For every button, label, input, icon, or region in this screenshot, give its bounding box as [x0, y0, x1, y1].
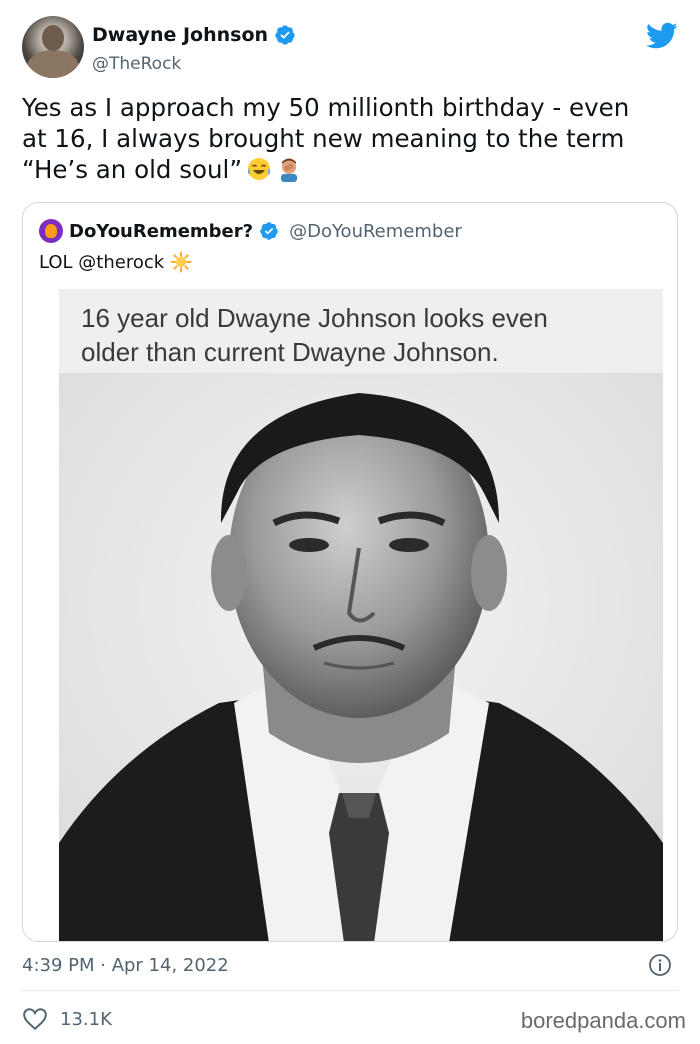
- tweet-text-segment: “He’s an old soul”: [22, 155, 243, 184]
- portrait-image: [59, 373, 663, 941]
- tweet-text-line: at 16, I always brought new meaning to t…: [22, 124, 625, 153]
- man-facepalming-icon: [281, 158, 298, 182]
- photo-caption-line: older than current Dwayne Johnson.: [81, 337, 499, 367]
- quoted-author-handle[interactable]: @DoYouRemember: [289, 221, 462, 242]
- heart-icon[interactable]: [22, 1007, 48, 1031]
- author-handle[interactable]: @TheRock: [92, 54, 181, 74]
- tweet-text-line: “He’s an old soul”: [22, 154, 682, 185]
- photo-caption-line: 16 year old Dwayne Johnson looks even: [81, 303, 548, 333]
- quoted-photo[interactable]: 16 year old Dwayne Johnson looks even ol…: [59, 289, 663, 941]
- tweet-header: Dwayne Johnson @TheRock: [22, 12, 682, 82]
- info-icon[interactable]: [648, 953, 672, 977]
- author-name-row: Dwayne Johnson: [92, 24, 296, 46]
- avatar[interactable]: [22, 16, 84, 78]
- quoted-header: DoYouRemember? @DoYouRemember: [39, 219, 462, 243]
- face-with-tears-of-joy-icon: [248, 158, 271, 180]
- verified-badge-icon: [260, 222, 278, 240]
- tweet-actions: 13.1K: [22, 1004, 112, 1034]
- tweet-text: Yes as I approach my 50 millionth birthd…: [22, 92, 682, 185]
- quoted-text-content: LOL @therock: [39, 251, 165, 273]
- verified-badge-icon: [275, 25, 295, 45]
- photo-caption: 16 year old Dwayne Johnson looks even ol…: [81, 301, 661, 369]
- author-name[interactable]: Dwayne Johnson: [92, 24, 268, 46]
- watermark: boredpanda.com: [520, 1008, 686, 1033]
- sun-icon: [170, 251, 192, 273]
- twitter-bird-icon[interactable]: [646, 22, 678, 50]
- tweet-text-line: Yes as I approach my 50 millionth birthd…: [22, 93, 630, 122]
- divider: [22, 990, 678, 991]
- tweet-timestamp[interactable]: 4:39 PM · Apr 14, 2022: [22, 955, 229, 976]
- tweet-meta: 4:39 PM · Apr 14, 2022: [22, 953, 678, 983]
- quoted-avatar[interactable]: [39, 219, 63, 243]
- quoted-author-name[interactable]: DoYouRemember?: [69, 221, 253, 242]
- like-count[interactable]: 13.1K: [60, 1009, 112, 1030]
- quoted-text: LOL @therock: [39, 251, 192, 273]
- quoted-tweet[interactable]: DoYouRemember? @DoYouRemember LOL @thero…: [22, 202, 678, 942]
